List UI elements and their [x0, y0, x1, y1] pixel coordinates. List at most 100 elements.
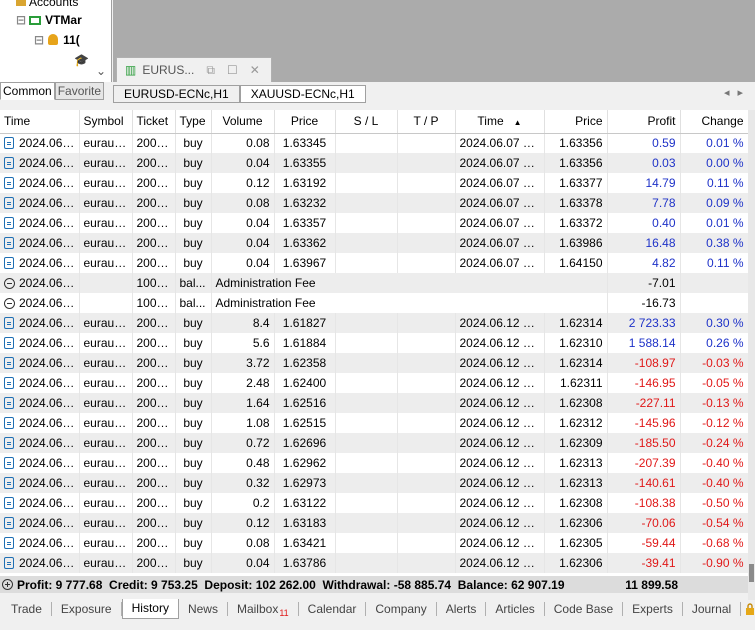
- tab-news[interactable]: News: [179, 602, 228, 616]
- tab-experts[interactable]: Experts: [623, 602, 683, 616]
- scrollbar-thumb[interactable]: [749, 564, 754, 582]
- table-row[interactable]: 2024.06.... euraud... 2005... buy 1.64 1.6251…: [0, 393, 748, 413]
- cell-ticket: 2004...: [132, 413, 176, 433]
- col-ticket[interactable]: Ticket: [132, 110, 176, 134]
- table-row[interactable]: 2024.06.... euraud... 2004... buy 0.08 1.6342…: [0, 533, 748, 553]
- cell-change: -0.24 %: [680, 433, 748, 453]
- table-row[interactable]: 2024.06.... euraud... 2004... buy 0.04 1.6335…: [0, 213, 748, 233]
- table-row[interactable]: 2024.06.... euraud... 2004... buy 0.12 1.6319…: [0, 173, 748, 193]
- floating-chart-window[interactable]: ▥ EURUS... ⧉ ☐ ✕: [116, 57, 272, 82]
- deal-icon: [4, 197, 14, 209]
- col-price[interactable]: Price: [274, 110, 336, 134]
- table-row[interactable]: 2024.06.... euraud... 2004... buy 0.32 1.6297…: [0, 473, 748, 493]
- cell-sl: [335, 313, 398, 333]
- table-row[interactable]: 2024.06.... euraud... 2005... buy 2.48 1.6240…: [0, 373, 748, 393]
- cell-ticket: 2004...: [132, 533, 176, 553]
- cell-sl: [335, 393, 398, 413]
- tab-company[interactable]: Company: [366, 602, 437, 616]
- maximize-icon[interactable]: ☐: [227, 63, 238, 77]
- cell-sl: [335, 473, 398, 493]
- cell-close-time: 2024.06.12 22:...: [455, 533, 545, 553]
- col-close-time[interactable]: Time ▲: [455, 110, 545, 134]
- tab-scroll-arrows[interactable]: ◂▸: [724, 86, 751, 99]
- cell-time: 2024.06....: [0, 473, 80, 493]
- cell-sl: [335, 213, 398, 233]
- col-type[interactable]: Type: [175, 110, 212, 134]
- table-row[interactable]: 2024.06.... euraud... 2004... buy 1.08 1.6251…: [0, 413, 748, 433]
- table-row[interactable]: 2024.06.... euraud... 2004... buy 0.04 1.6335…: [0, 153, 748, 173]
- cell-close-time: 2024.06.12 22:...: [455, 453, 545, 473]
- tab-alerts[interactable]: Alerts: [437, 602, 487, 616]
- cell-close-time: 2024.06.12 22:...: [455, 473, 545, 493]
- col-volume[interactable]: Volume: [211, 110, 275, 134]
- cell-symbol: euraud...: [79, 553, 133, 573]
- table-row[interactable]: 2024.06.... euraud... 2005... buy 3.72 1.6235…: [0, 353, 748, 373]
- cell-symbol: euraud...: [79, 173, 133, 193]
- col-change[interactable]: Change: [680, 110, 748, 134]
- cell-ticket: 2004...: [132, 433, 176, 453]
- tab-xauusd-chart[interactable]: XAUUSD-ECNc,H1: [239, 85, 366, 103]
- cell-symbol: euraud...: [79, 253, 133, 273]
- table-row[interactable]: 2024.06.... euraud... 2004... buy 0.08 1.6323…: [0, 193, 748, 213]
- table-row[interactable]: 2024.06.... euraud... 2004... buy 0.04 1.6378…: [0, 553, 748, 573]
- col-close-price[interactable]: Price: [544, 110, 608, 134]
- tab-articles[interactable]: Articles: [486, 602, 545, 616]
- expand-icon[interactable]: [2, 579, 13, 590]
- tree-accounts[interactable]: Accounts: [16, 0, 78, 9]
- cell-type: buy: [175, 513, 212, 533]
- cell-close-price: 1.62305: [544, 533, 608, 553]
- tab-history[interactable]: History: [121, 599, 179, 619]
- col-sl[interactable]: S / L: [335, 110, 398, 134]
- table-row[interactable]: 2024.06.... euraud... 2004... buy 0.04 1.6396…: [0, 253, 748, 273]
- tab-calendar[interactable]: Calendar: [299, 602, 367, 616]
- cell-profit: -140.61: [607, 473, 681, 493]
- cell-ticket: 2005...: [132, 353, 176, 373]
- restore-icon[interactable]: ⧉: [206, 63, 215, 78]
- col-time[interactable]: Time: [0, 110, 80, 134]
- cell-price: 1.63357: [274, 213, 336, 233]
- col-profit[interactable]: Profit: [607, 110, 681, 134]
- tab-exposure[interactable]: Exposure: [52, 602, 122, 616]
- vertical-scrollbar[interactable]: [748, 110, 755, 600]
- tab-code-base[interactable]: Code Base: [545, 602, 624, 616]
- tab-favorites[interactable]: Favorite: [54, 82, 105, 100]
- table-row[interactable]: 2024.06.... euraud... 2004... buy 0.48 1.6296…: [0, 453, 748, 473]
- tab-eurusd-chart[interactable]: EURUSD-ECNc,H1: [113, 85, 240, 103]
- chart-tabs: EURUSD-ECNc,H1 XAUUSD-ECNc,H1: [113, 85, 366, 103]
- deal-icon: [4, 357, 14, 369]
- tree-account[interactable]: ⊟ 11(: [34, 33, 80, 47]
- tree-server[interactable]: ⊟ VTMar: [16, 13, 82, 27]
- cell-change: -0.68 %: [680, 533, 748, 553]
- col-tp[interactable]: T / P: [397, 110, 456, 134]
- cell-sl: [335, 353, 398, 373]
- cell-close-time: 2024.06.12 22:...: [455, 413, 545, 433]
- close-icon[interactable]: ✕: [250, 63, 260, 77]
- tab-trade[interactable]: Trade: [2, 602, 52, 616]
- summary-total-profit: 11 899.58: [625, 577, 678, 592]
- cell-time: 2024.06....: [0, 513, 80, 533]
- cell-sl: [335, 533, 398, 553]
- cell-ticket: 2004...: [132, 233, 176, 253]
- cell-type: buy: [175, 253, 212, 273]
- table-row[interactable]: 2024.06.... euraud... 2004... buy 0.08 1.6334…: [0, 133, 748, 153]
- table-row[interactable]: 2024.06.... euraud... 2004... buy 0.2 1.63122…: [0, 493, 748, 513]
- table-row[interactable]: 2024.06.... euraud... 2004... buy 0.12 1.6318…: [0, 513, 748, 533]
- cell-close-price: 1.62310: [544, 333, 608, 353]
- cell-symbol: euraud...: [79, 493, 133, 513]
- tab-mailbox[interactable]: Mailbox11: [228, 602, 299, 618]
- cell-price: 1.63967: [274, 253, 336, 273]
- tree-subitem[interactable]: 🎓: [74, 53, 89, 67]
- table-row[interactable]: 2024.06.... euraud... 2005... buy 5.6 1.61884…: [0, 333, 748, 353]
- cell-profit: -145.96: [607, 413, 681, 433]
- col-symbol[interactable]: Symbol: [79, 110, 133, 134]
- balance-row[interactable]: 2024.06.... 1004... bal... Administration F…: [0, 293, 748, 313]
- table-row[interactable]: 2024.06.... euraud... 2004... buy 0.72 1.6269…: [0, 433, 748, 453]
- tab-journal[interactable]: Journal: [683, 602, 742, 616]
- cell-symbol: euraud...: [79, 333, 133, 353]
- tab-common[interactable]: Common: [0, 82, 55, 100]
- table-row[interactable]: 2024.06.... euraud... 2004... buy 0.04 1.6336…: [0, 233, 748, 253]
- table-row[interactable]: 2024.06.... euraud... 2005... buy 8.4 1.61827…: [0, 313, 748, 333]
- balance-row[interactable]: 2024.06.... 1004... bal... Administration F…: [0, 273, 748, 293]
- chevron-down-icon[interactable]: ⌄: [96, 64, 106, 78]
- cell-profit: 0.40: [607, 213, 681, 233]
